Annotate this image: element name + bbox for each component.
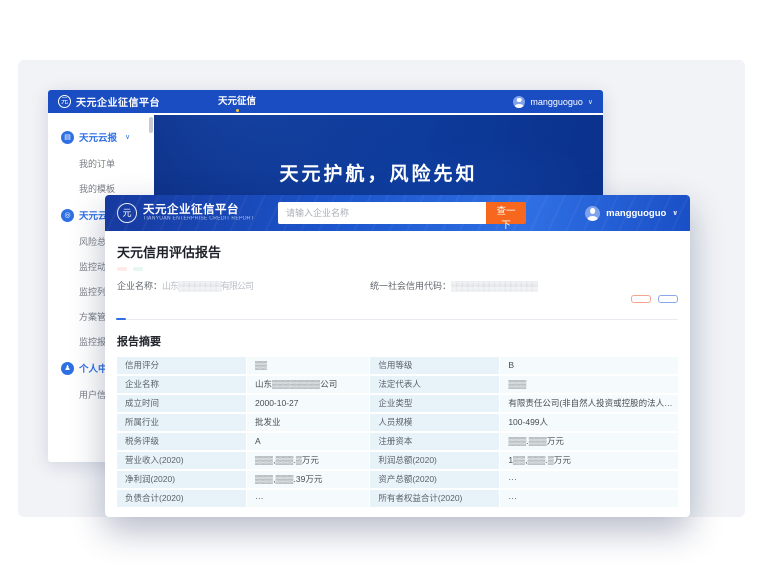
brand-logo-icon: 元 (117, 203, 137, 223)
table-row: 企业名称 山东▒▒▒▒▒▒▒▒公司 法定代表人 ▒▒▒ (117, 376, 678, 393)
table-row: 信用评分 ▒▒ 信用等级 B (117, 357, 678, 374)
user-name: mangguoguo (530, 97, 583, 107)
sidebar-entry-label: 我的模板 (79, 182, 115, 195)
front-window: 元 天元企业征信平台 TIANYUAN ENTERPRISE CREDIT RE… (105, 195, 690, 517)
chevron-down-icon: ∨ (588, 98, 593, 106)
report-action-button[interactable] (658, 295, 678, 303)
row-label: 所有者权益合计(2020) (370, 490, 499, 507)
row-label: 成立时间 (117, 395, 246, 412)
row-value: ··· (500, 490, 678, 507)
active-dot (236, 109, 239, 112)
brand-title: 天元企业征信平台 (76, 94, 160, 109)
row-label: 信用评分 (117, 357, 246, 374)
avatar (585, 206, 600, 221)
status-badge (133, 267, 143, 271)
row-label: 营业收入(2020) (117, 452, 246, 469)
report-body: 天元信用评估报告 企业名称：山东▒▒▒▒▒▒▒▒有限公司 统一社会信用代码：▒▒… (105, 242, 690, 507)
report-tags (117, 267, 678, 271)
chevron-down-icon: ∨ (125, 133, 130, 141)
row-label: 企业名称 (117, 376, 246, 393)
credit-code: 统一社会信用代码：▒▒▒▒▒▒▒▒▒▒▒▒▒▒▒▒ (370, 280, 537, 292)
row-label: 所属行业 (117, 414, 246, 431)
table-row: 营业收入(2020) ▒▒▒,▒▒▒.▒万元 利润总额(2020) 1▒▒,▒▒… (117, 452, 678, 469)
user-name: mangguoguo (606, 208, 666, 219)
brand-subtitle: TIANYUAN ENTERPRISE CREDIT REPORT (143, 216, 254, 221)
row-value: ▒▒ (247, 357, 369, 374)
search-input[interactable] (278, 202, 486, 224)
nav-item-credit[interactable]: 天元征信 (218, 90, 256, 113)
redacted-company-name: 山东▒▒▒▒▒▒▒▒有限公司 (162, 281, 253, 291)
report-action-button[interactable] (631, 295, 651, 303)
row-value: ··· (247, 490, 369, 507)
row-value: 山东▒▒▒▒▒▒▒▒公司 (247, 376, 369, 393)
brand-title: 天元企业征信平台 (143, 204, 274, 216)
row-value: 2000-10-27 (247, 395, 369, 412)
row-value: ▒▒▒.▒▒▒万元 (500, 433, 678, 450)
row-label: 税务评级 (117, 433, 246, 450)
redacted-credit-code: ▒▒▒▒▒▒▒▒▒▒▒▒▒▒▒▒ (451, 281, 537, 291)
back-window-header: 元 天元企业征信平台 天元征信 mangguoguo ∨ (48, 90, 603, 113)
sidebar-entry[interactable]: 我的订单 (48, 151, 148, 176)
table-row: 净利润(2020) ▒▒▒,▒▒▒.39万元 资产总额(2020) ··· (117, 471, 678, 488)
row-label: 负债合计(2020) (117, 490, 246, 507)
row-label: 利润总额(2020) (370, 452, 499, 469)
row-value: ··· (500, 471, 678, 488)
front-window-header: 元 天元企业征信平台 TIANYUAN ENTERPRISE CREDIT RE… (105, 195, 690, 231)
user-menu[interactable]: mangguoguo ∨ (585, 195, 678, 231)
row-value: 有限责任公司(非自然人投资或控股的法人独资) (500, 395, 678, 412)
row-label: 净利润(2020) (117, 471, 246, 488)
company-info-row: 企业名称：山东▒▒▒▒▒▒▒▒有限公司 统一社会信用代码：▒▒▒▒▒▒▒▒▒▒▒… (117, 280, 678, 292)
company-name: 企业名称：山东▒▒▒▒▒▒▒▒有限公司 (117, 281, 253, 291)
page: 元 天元企业征信平台 天元征信 mangguoguo ∨ ▤ 天元云报 ∨ (0, 0, 763, 576)
table-row: 成立时间 2000-10-27 企业类型 有限责任公司(非自然人投资或控股的法人… (117, 395, 678, 412)
report-actions (631, 295, 678, 303)
section-title: 报告摘要 (117, 333, 678, 349)
nav-item-label: 天元征信 (218, 96, 256, 107)
search-button[interactable]: 查一下 (486, 202, 526, 224)
row-value: ▒▒▒ (500, 376, 678, 393)
sidebar-entry[interactable]: ▤ 天元云报 ∨ (48, 123, 148, 151)
row-label: 法定代表人 (370, 376, 499, 393)
table-row: 负债合计(2020) ··· 所有者权益合计(2020) ··· (117, 490, 678, 507)
report-title: 天元信用评估报告 (117, 242, 678, 261)
row-value: 1▒▒,▒▒▒.▒万元 (500, 452, 678, 469)
user-menu[interactable]: mangguoguo ∨ (513, 96, 593, 108)
row-label: 注册资本 (370, 433, 499, 450)
summary-table: 信用评分 ▒▒ 信用等级 B 企业名称 山东▒▒▒▒▒▒▒▒公司 法定代表人 ▒… (117, 357, 678, 507)
sidebar-entry-label: 天元云报 (79, 130, 117, 144)
row-value: ▒▒▒,▒▒▒.39万元 (247, 471, 369, 488)
row-label: 人员规模 (370, 414, 499, 431)
table-row: 税务评级 A 注册资本 ▒▒▒.▒▒▒万元 (117, 433, 678, 450)
row-value: A (247, 433, 369, 450)
status-badge (117, 267, 127, 271)
report-tabs (117, 305, 678, 320)
table-row: 所属行业 批发业 人员规模 100-499人 (117, 414, 678, 431)
row-value: ▒▒▒,▒▒▒.▒万元 (247, 452, 369, 469)
row-value: B (500, 357, 678, 374)
row-label: 企业类型 (370, 395, 499, 412)
row-value: 100-499人 (500, 414, 678, 431)
user-icon: ♟ (61, 362, 74, 375)
avatar (513, 96, 525, 108)
alert-icon: ◎ (61, 209, 74, 222)
row-label: 信用等级 (370, 357, 499, 374)
banner-slogan: 天元护航，风险先知 (154, 159, 603, 186)
report-icon: ▤ (61, 131, 74, 144)
chevron-down-icon: ∨ (672, 209, 678, 217)
scrollbar-thumb[interactable] (149, 117, 153, 133)
brand-logo-icon: 元 (58, 95, 71, 108)
sidebar-entry-label: 我的订单 (79, 157, 115, 170)
row-label: 资产总额(2020) (370, 471, 499, 488)
brand-block: 天元企业征信平台 TIANYUAN ENTERPRISE CREDIT REPO… (143, 204, 274, 222)
row-value: 批发业 (247, 414, 369, 431)
